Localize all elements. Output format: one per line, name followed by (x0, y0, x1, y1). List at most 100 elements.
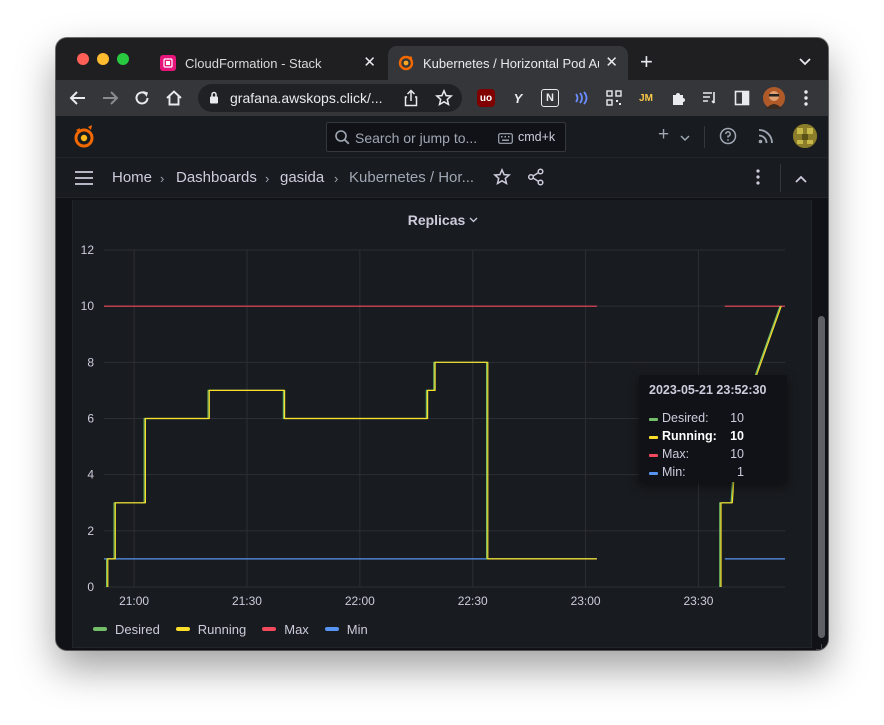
search-input[interactable]: Search or jump to... cmd+k (326, 122, 566, 152)
legend-item-running[interactable]: Running (175, 621, 247, 637)
extensions-puzzle-icon[interactable] (669, 89, 687, 107)
close-tab-icon[interactable]: ✕ (363, 54, 376, 72)
tooltip-row-running: Running: 10 (649, 429, 779, 445)
x-tick-label: 23:00 (571, 594, 601, 608)
tooltip-label: Running: (662, 429, 717, 443)
search-shortcut: cmd+k (518, 130, 556, 144)
chart-legend: Desired Running Max Min (93, 620, 384, 638)
panel-title: Replicas (407, 212, 466, 228)
tab-title: CloudFormation - Stack (185, 55, 322, 71)
share-icon[interactable] (527, 168, 545, 191)
y-tick-label: 6 (87, 412, 94, 426)
grafana-topbar: Search or jump to... cmd+k + (56, 116, 828, 158)
kebab-menu-icon[interactable] (756, 168, 760, 191)
close-window-button[interactable] (77, 53, 89, 65)
series-swatch (649, 454, 658, 457)
legend-label: Max (284, 621, 309, 637)
tab-cloudformation[interactable]: CloudFormation - Stack ✕ (150, 46, 386, 80)
breadcrumb-dashboard: Kubernetes / Hor... (349, 169, 475, 186)
grafana-icon (398, 55, 414, 71)
replicas-panel: 0 2 4 6 8 10 12 21:00 21:30 22:00 22:30 23:00 23:30 … (72, 200, 823, 650)
minimize-window-button[interactable] (97, 53, 109, 65)
chevron-right-icon: › (334, 171, 339, 186)
legend-label: Running (197, 621, 247, 637)
dashboard-content: 0 2 4 6 8 10 12 21:00 21:30 22:00 22:30 23:00 23:30 … (56, 198, 828, 650)
share-icon[interactable] (403, 89, 419, 112)
home-icon[interactable] (164, 88, 184, 108)
yomitan-icon[interactable]: Y (509, 89, 527, 107)
bookmark-star-icon[interactable] (434, 88, 454, 112)
menu-icon[interactable] (74, 170, 94, 191)
add-icon[interactable]: + (658, 125, 669, 145)
profile-avatar-icon[interactable] (763, 87, 785, 109)
tooltip-label: Max: (662, 447, 690, 461)
reload-icon[interactable] (132, 88, 152, 108)
legend-swatch (262, 627, 277, 631)
reading-list-icon[interactable] (701, 89, 719, 107)
resize-handle-icon[interactable] (816, 637, 823, 650)
divider (780, 164, 781, 192)
star-icon[interactable] (492, 167, 512, 191)
x-tick-label: 22:30 (458, 594, 488, 608)
cloudformation-icon (160, 55, 176, 71)
tooltip-row-max: Max: 10 (649, 447, 779, 463)
panel-header[interactable]: Replicas (73, 210, 813, 228)
browser-menu-icon[interactable] (797, 89, 815, 107)
scrollbar[interactable] (818, 316, 825, 638)
search-icon (335, 130, 350, 150)
legend-label: Desired (115, 621, 160, 637)
chevron-right-icon: › (160, 171, 165, 186)
legend-item-desired[interactable]: Desired (93, 622, 160, 637)
tab-title: Kubernetes / Horizontal Pod Au (423, 55, 599, 71)
y-tick-label: 0 (87, 580, 94, 594)
extension-jm-icon[interactable]: JM (637, 89, 655, 107)
side-panel-icon[interactable] (733, 89, 751, 107)
tab-kubernetes[interactable]: Kubernetes / Horizontal Pod Au ✕ (388, 46, 628, 80)
help-icon[interactable] (719, 127, 737, 150)
tooltip-value: 1 (737, 465, 744, 479)
chevron-down-icon[interactable] (680, 129, 690, 147)
chevron-up-icon[interactable] (794, 171, 808, 189)
new-tab-icon[interactable]: + (640, 51, 653, 73)
tab-strip: CloudFormation - Stack ✕ Kubernetes / Ho… (56, 38, 828, 80)
x-tick-label: 22:00 (345, 594, 375, 608)
back-icon[interactable] (68, 88, 88, 108)
search-placeholder: Search or jump to... (355, 130, 478, 146)
x-tick-label: 21:30 (232, 594, 262, 608)
user-avatar[interactable] (793, 124, 817, 148)
notion-icon[interactable]: N (541, 89, 559, 107)
qr-code-icon[interactable] (605, 89, 623, 107)
breadcrumb-bar: Home › Dashboards › gasida › Kubernetes … (56, 158, 828, 198)
url-text: grafana.awskops.click/... (230, 90, 383, 106)
ublock-icon[interactable]: uo (477, 89, 495, 107)
tooltip-row-min: Min: 1 (649, 465, 779, 481)
address-bar[interactable]: grafana.awskops.click/... (198, 84, 462, 112)
y-tick-label: 10 (81, 299, 95, 313)
forward-icon[interactable] (100, 88, 120, 108)
legend-label: Min (346, 621, 368, 637)
legend-swatch (93, 627, 107, 631)
close-tab-icon[interactable]: ✕ (605, 54, 618, 72)
legend-swatch (175, 627, 190, 631)
breadcrumb-folder[interactable]: gasida (280, 169, 324, 186)
grafana-logo-icon[interactable] (72, 124, 96, 155)
tooltip-row-desired: Desired: 10 (649, 411, 779, 427)
legend-swatch (324, 627, 339, 631)
extension-wave-icon[interactable] (573, 89, 591, 107)
chevron-down-icon[interactable] (469, 210, 478, 226)
lock-icon[interactable] (209, 91, 219, 109)
breadcrumb-home[interactable]: Home (112, 169, 152, 186)
legend-item-min[interactable]: Min (324, 621, 368, 637)
keyboard-icon (498, 131, 513, 149)
chevron-down-icon[interactable] (799, 54, 811, 72)
news-feed-icon[interactable] (757, 127, 775, 150)
tooltip-value: 10 (730, 429, 744, 443)
zoom-window-button[interactable] (117, 53, 129, 65)
y-tick-label: 8 (87, 355, 94, 369)
series-swatch (649, 436, 658, 439)
tooltip-value: 10 (730, 411, 744, 425)
chevron-right-icon: › (265, 171, 270, 186)
breadcrumb-dashboards[interactable]: Dashboards (176, 169, 257, 186)
browser-window: CloudFormation - Stack ✕ Kubernetes / Ho… (56, 38, 828, 650)
legend-item-max[interactable]: Max (262, 622, 309, 637)
